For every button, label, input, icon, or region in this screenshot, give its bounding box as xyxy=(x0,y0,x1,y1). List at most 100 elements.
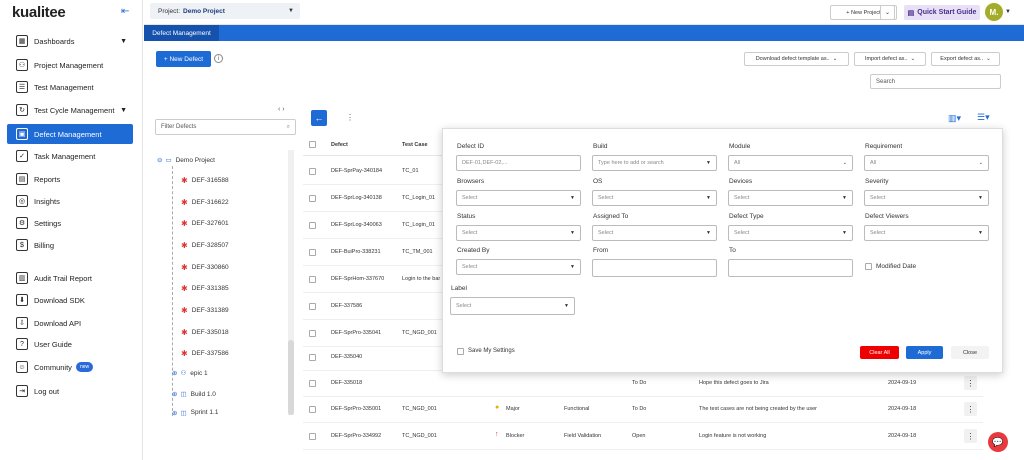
tab-defect-management[interactable]: Defect Management xyxy=(144,25,219,41)
devices-select[interactable]: Select ▼ xyxy=(728,190,853,206)
sidebar-item-user-guide[interactable]: ? User Guide xyxy=(7,334,133,354)
clear-all-button[interactable]: Clear All xyxy=(860,346,899,359)
import-defect-button[interactable]: Import defect as.. ⌄ xyxy=(854,52,926,66)
cell-defect[interactable]: DEF-SprLog-340063 xyxy=(331,222,382,228)
cell-defect[interactable]: DEF-SprLog-340138 xyxy=(331,195,382,201)
row-checkbox[interactable] xyxy=(309,354,316,361)
tree-defect-item[interactable]: ✱ DEF-316588 xyxy=(181,176,229,185)
from-date-input[interactable] xyxy=(592,259,717,277)
module-select[interactable]: All ⌄ xyxy=(728,155,853,171)
tree-epic-item[interactable]: ⊕ ⚇ epic 1 xyxy=(172,369,208,378)
tree-build-item[interactable]: ⊕ ◫ Build 1.0 xyxy=(172,390,216,399)
row-actions-icon[interactable]: ⋮ xyxy=(964,376,977,390)
cell-defect[interactable]: DEF-SprPay-340184 xyxy=(331,168,382,174)
row-checkbox[interactable] xyxy=(309,276,316,283)
defect-type-select[interactable]: Select ▼ xyxy=(728,225,853,241)
sidebar-item-project-management[interactable]: ⚇ Project Management xyxy=(7,55,133,75)
requirement-select[interactable]: All ⌄ xyxy=(864,155,989,171)
row-checkbox[interactable] xyxy=(309,249,316,256)
collapse-sidebar-icon[interactable]: ⇤ xyxy=(121,6,129,17)
export-defect-button[interactable]: Export defect as.. ⌄ xyxy=(931,52,1000,66)
project-selector[interactable]: Project: Demo Project ▼ xyxy=(150,3,300,19)
assigned-to-select[interactable]: Select ▼ xyxy=(592,225,717,241)
tree-defect-item[interactable]: ✱ DEF-327601 xyxy=(181,219,229,228)
row-actions-icon[interactable]: ⋮ xyxy=(964,402,977,416)
tree-defect-item[interactable]: ✱ DEF-328507 xyxy=(181,241,229,250)
tree-sprint-item[interactable]: ⊕ ◫ Sprint 1.1 xyxy=(172,409,218,416)
info-icon[interactable]: i xyxy=(214,54,223,63)
cell-defect[interactable]: DEF-SprHom-337670 xyxy=(331,276,384,282)
sidebar-item-dashboards[interactable]: ▦ Dashboards ▼ xyxy=(7,31,133,51)
chat-icon[interactable]: 💬 xyxy=(988,432,1008,452)
row-checkbox[interactable] xyxy=(309,303,316,310)
row-checkbox[interactable] xyxy=(309,168,316,175)
cell-defect[interactable]: DEF-SprPro-335001 xyxy=(331,406,381,412)
cell-defect[interactable]: DEF-337586 xyxy=(331,303,362,309)
sidebar-item-task-management[interactable]: ✓ Task Management xyxy=(7,146,133,166)
new-project-dropdown[interactable]: ⌄ xyxy=(880,5,895,20)
cell-defect[interactable]: DEF-SprPro-334992 xyxy=(331,433,381,439)
defect-id-input[interactable]: DEF-01,DEF-02,... xyxy=(456,155,581,171)
back-arrow-icon[interactable]: ← xyxy=(311,110,327,126)
tree-defect-item[interactable]: ✱ DEF-331389 xyxy=(181,306,229,315)
severity-select[interactable]: Select ▼ xyxy=(864,190,989,206)
sidebar-item-test-management[interactable]: ☰ Test Management xyxy=(7,77,133,97)
apply-button[interactable]: Apply xyxy=(906,346,943,359)
modified-date-checkbox[interactable] xyxy=(865,263,872,270)
column-header-test-case[interactable]: Test Case xyxy=(402,142,428,148)
tree-defect-item[interactable]: ✱ DEF-330860 xyxy=(181,263,229,272)
search-input[interactable]: Search xyxy=(870,74,1001,89)
row-checkbox[interactable] xyxy=(309,406,316,413)
chevron-down-icon[interactable]: ▼ xyxy=(1005,9,1011,15)
row-checkbox[interactable] xyxy=(309,222,316,229)
tree-scrollbar-thumb[interactable] xyxy=(288,340,294,415)
sidebar-item-test-cycle-management[interactable]: ↻ Test Cycle Management ▼ xyxy=(7,100,133,120)
save-settings-checkbox[interactable] xyxy=(457,348,464,355)
row-checkbox[interactable] xyxy=(309,433,316,440)
cell-defect[interactable]: DEF-SprPro-335041 xyxy=(331,330,381,336)
created-by-select[interactable]: Select ▼ xyxy=(456,259,581,275)
chevron-left-right-icon[interactable]: ‹ › xyxy=(278,106,285,113)
download-template-button[interactable]: Download defect template as.. ⌄ xyxy=(744,52,849,66)
defect-viewers-select[interactable]: Select ▼ xyxy=(864,225,989,241)
label-select[interactable]: Select ▼ xyxy=(450,297,575,315)
tree-defect-item[interactable]: ✱ DEF-335018 xyxy=(181,328,229,337)
tree-defect-item[interactable]: ✱ DEF-331385 xyxy=(181,284,229,293)
select-all-checkbox[interactable] xyxy=(309,141,316,148)
to-date-input[interactable] xyxy=(728,259,853,277)
sidebar-item-download-api[interactable]: ⇩ Download API xyxy=(7,313,133,333)
sidebar-item-community[interactable]: ☺ Community new xyxy=(7,357,133,377)
avatar[interactable]: M. xyxy=(985,3,1003,21)
sidebar-item-audit-trail-report[interactable]: ▥ Audit Trail Report xyxy=(7,268,133,288)
columns-icon[interactable]: ▥▾ xyxy=(948,113,961,124)
sidebar-item-log-out[interactable]: ⇥ Log out xyxy=(7,381,133,401)
filter-icon[interactable]: ☰▾ xyxy=(977,112,990,123)
row-actions-icon[interactable]: ⋮ xyxy=(964,429,977,443)
sidebar-item-reports[interactable]: ▤ Reports xyxy=(7,169,133,189)
sidebar-item-defect-management[interactable]: ▣ Defect Management xyxy=(7,124,133,144)
browsers-select[interactable]: Select ▼ xyxy=(456,190,581,206)
row-checkbox[interactable] xyxy=(309,330,316,337)
sidebar-item-billing[interactable]: $ Billing xyxy=(7,235,133,255)
sidebar-item-download-sdk[interactable]: ⬇ Download SDK xyxy=(7,290,133,310)
tree-defect-item[interactable]: ✱ DEF-337586 xyxy=(181,349,229,358)
status-select[interactable]: Select ▼ xyxy=(456,225,581,241)
table-row[interactable]: DEF-SprPro-334992 TC_NGD_001 ↑ Blocker Field… xyxy=(303,423,983,450)
cell-defect[interactable]: DEF-BuiPro-338231 xyxy=(331,249,381,255)
more-vertical-icon[interactable]: ⋮ xyxy=(346,113,354,122)
quick-start-guide-button[interactable]: ▤ Quick Start Guide xyxy=(904,5,980,20)
filter-defects-input[interactable]: Filter Defects ⌕ xyxy=(155,119,296,135)
new-defect-button[interactable]: + New Defect xyxy=(156,51,211,67)
row-checkbox[interactable] xyxy=(309,195,316,202)
sidebar-item-insights[interactable]: ◎ Insights xyxy=(7,191,133,211)
close-button[interactable]: Close xyxy=(951,346,989,359)
table-row[interactable]: DEF-335018 To Do Hope this defect goes to … xyxy=(303,370,983,397)
row-checkbox[interactable] xyxy=(309,380,316,387)
build-select[interactable]: Type here to add or search ▼ xyxy=(592,155,717,171)
sidebar-item-settings[interactable]: ⚙ Settings xyxy=(7,213,133,233)
cell-defect[interactable]: DEF-335018 xyxy=(331,380,362,386)
column-header-defect[interactable]: Defect xyxy=(331,142,348,148)
table-row[interactable]: DEF-SprPro-335001 TC_NGD_001 ● Major Functio… xyxy=(303,396,983,423)
os-select[interactable]: Select ▼ xyxy=(592,190,717,206)
tree-defect-item[interactable]: ✱ DEF-316622 xyxy=(181,198,229,207)
